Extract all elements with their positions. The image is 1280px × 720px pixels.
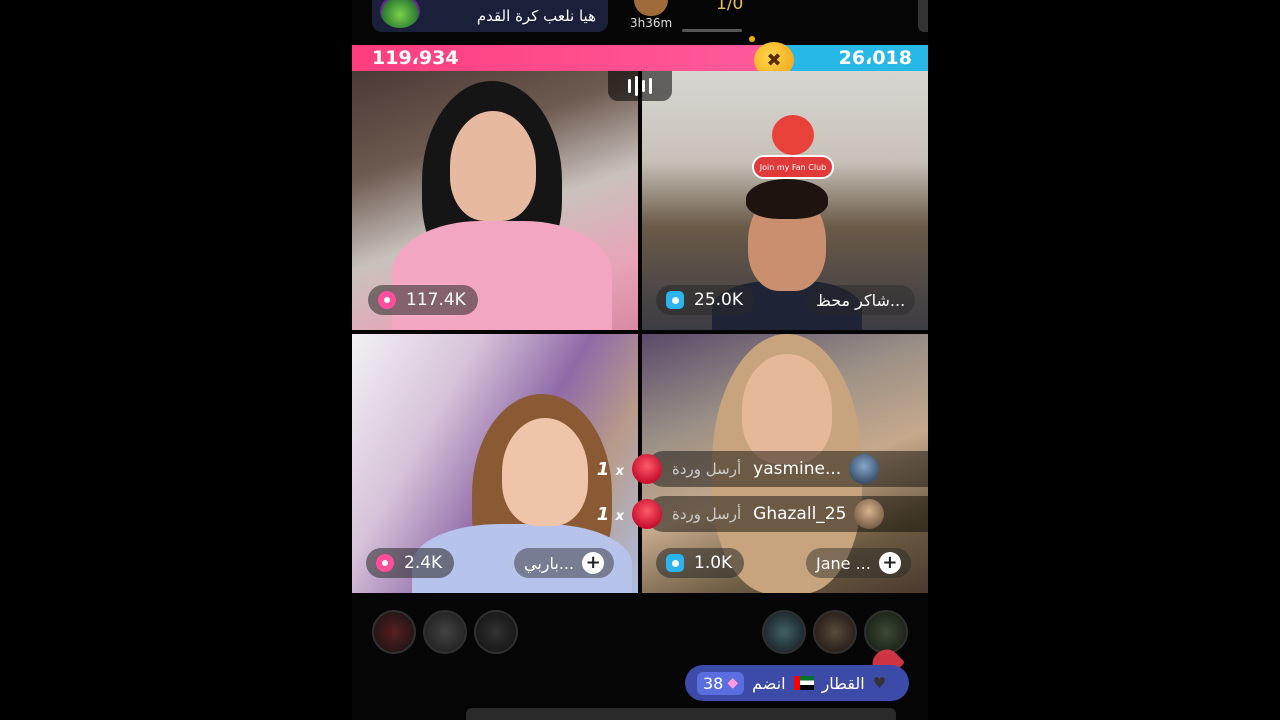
- rose-gift-icon: [632, 499, 662, 529]
- rose-gift-icon: [632, 454, 662, 484]
- game-banner[interactable]: هيا نلعب كرة القدم: [372, 0, 608, 32]
- left-team-score: 119،934: [352, 45, 776, 71]
- gift-multiplier: x: [615, 463, 624, 479]
- indicator-dot: [749, 36, 755, 42]
- football-game-icon: [380, 0, 420, 28]
- gift-count-value: 1: [596, 503, 610, 525]
- black-heart-icon: ♥: [872, 674, 887, 692]
- gift-action: أرسل وردة: [672, 505, 742, 523]
- guest-tile-2[interactable]: Join my Fan Club 25.0K شاكر محظ...: [642, 71, 928, 330]
- top-gifter-avatar[interactable]: [372, 610, 416, 654]
- host-avatar[interactable]: [634, 0, 668, 16]
- top-edge-panel: [918, 0, 928, 32]
- gift-count: 1 x: [590, 459, 624, 480]
- guest-face: [502, 418, 588, 526]
- guest-name-tag[interactable]: شاكر محظ...: [806, 285, 916, 315]
- blue-camera-icon: [666, 291, 684, 309]
- fan-club-sticker[interactable]: Join my Fan Club: [750, 105, 836, 191]
- guest-tile-1[interactable]: 117.4K: [352, 71, 638, 330]
- gift-sender[interactable]: Ghazall_25: [753, 504, 846, 524]
- audio-bar: [635, 76, 638, 96]
- tile-score-pill[interactable]: 25.0K: [656, 285, 755, 315]
- tile-score: 2.4K: [404, 553, 443, 573]
- uae-flag-icon: [793, 676, 814, 690]
- join-label: انضم: [752, 673, 786, 693]
- battle-score-bar: 119،934 26،018: [352, 45, 928, 71]
- guest-name-tag[interactable]: باربي... +: [514, 548, 615, 578]
- gift-count: 1 x: [590, 504, 624, 525]
- tile-score-pill[interactable]: 117.4K: [368, 285, 478, 315]
- gift-multiplier: x: [615, 508, 624, 524]
- tile-score: 117.4K: [406, 290, 466, 310]
- tile-score: 25.0K: [694, 290, 743, 310]
- member-count: 38: [703, 673, 724, 693]
- heart-mascot-icon: [772, 115, 814, 155]
- audio-bar: [649, 78, 652, 94]
- top-gifter-avatar[interactable]: [762, 610, 806, 654]
- guest-name: شاكر محظ...: [816, 290, 906, 310]
- gift-notification: 1 x أرسل وردة Ghazall_25: [590, 494, 928, 534]
- top-gifter-avatar[interactable]: [813, 610, 857, 654]
- guest-name: Jane ...: [816, 553, 871, 573]
- diamond-icon: ◆: [727, 675, 739, 691]
- gift-action: أرسل وردة: [672, 460, 742, 478]
- follow-plus-icon[interactable]: +: [582, 552, 605, 574]
- tile-score: 1.0K: [694, 553, 733, 573]
- guest-face: [450, 111, 536, 221]
- gift-notification: 1 x أرسل وردة yasmine...: [590, 449, 928, 489]
- battle-timer: 3h36m: [630, 16, 673, 30]
- comment-strip: [466, 708, 896, 720]
- gift-count-value: 1: [596, 458, 610, 480]
- tile-score-pill[interactable]: 2.4K: [366, 548, 455, 578]
- team-name: القطار: [821, 673, 865, 693]
- follow-plus-icon[interactable]: +: [878, 552, 901, 574]
- pink-gem-icon: [376, 554, 394, 572]
- guest-face: [742, 354, 832, 464]
- audio-bars-button[interactable]: [608, 71, 672, 101]
- blue-camera-icon: [666, 554, 684, 572]
- live-stream-screen: هيا نلعب كرة القدم 3h36m 1/0 119،934 26،…: [352, 0, 928, 720]
- member-count-badge: 38 ◆: [697, 671, 745, 695]
- audio-bar: [642, 80, 645, 92]
- tile-score-pill[interactable]: 1.0K: [656, 548, 745, 578]
- fan-club-label: Join my Fan Club: [752, 155, 834, 179]
- guest-name: باربي...: [524, 553, 575, 573]
- game-banner-label: هيا نلعب كرة القدم: [476, 7, 596, 25]
- audio-bar: [628, 79, 631, 93]
- top-gifter-avatar[interactable]: [474, 610, 518, 654]
- top-gifter-avatar[interactable]: [864, 610, 908, 654]
- pink-gem-icon: [378, 291, 396, 309]
- join-team-button[interactable]: 38 ◆ انضم القطار ♥: [685, 665, 909, 701]
- gift-sender[interactable]: yasmine...: [753, 459, 841, 479]
- top-gifter-avatar[interactable]: [423, 610, 467, 654]
- round-progress: [682, 29, 742, 32]
- right-team-score: 26،018: [776, 45, 928, 71]
- guest-name-tag[interactable]: Jane ... +: [806, 548, 911, 578]
- round-score: 1/0: [716, 0, 744, 14]
